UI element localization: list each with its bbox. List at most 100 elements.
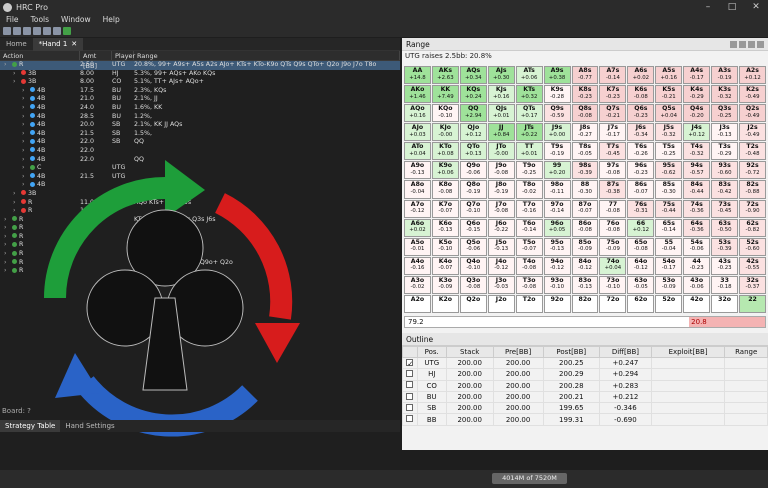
hand-cell[interactable]: T8o -0.02 bbox=[515, 180, 543, 199]
hand-cell[interactable]: TT +0.01 bbox=[515, 142, 543, 161]
hand-cell[interactable]: K2o bbox=[431, 294, 459, 313]
run-icon[interactable] bbox=[63, 27, 71, 35]
strategy-row[interactable]: › 4B 28.5 BU 1.2%, bbox=[0, 113, 400, 122]
hand-cell[interactable]: K3s -0.32 bbox=[711, 85, 739, 104]
hand-cell[interactable]: 63o -0.05 bbox=[627, 275, 655, 294]
hand-cell[interactable]: 95s -0.62 bbox=[655, 161, 683, 180]
strategy-row[interactable]: › 3B Qo+ KQs 54s bbox=[0, 190, 400, 199]
hand-cell[interactable]: 93o -0.10 bbox=[543, 275, 571, 294]
strategy-row[interactable]: › 4B bbox=[0, 181, 400, 190]
hand-cell[interactable]: 54o -0.17 bbox=[655, 256, 683, 275]
expand-arrow-icon[interactable]: › bbox=[13, 199, 19, 208]
expand-arrow-icon[interactable]: › bbox=[22, 95, 28, 104]
strategy-row[interactable]: › R K6s K4s-K2s K4s bbox=[0, 241, 400, 250]
expand-arrow-icon[interactable]: › bbox=[4, 216, 10, 225]
hand-cell[interactable]: T2s -0.48 bbox=[739, 142, 766, 161]
hand-cell[interactable]: QTs +0.17 bbox=[515, 104, 543, 123]
hand-cell[interactable]: A2s +0.12 bbox=[739, 66, 766, 85]
hand-cell[interactable]: A7s -0.14 bbox=[599, 66, 627, 85]
expand-arrow-icon[interactable]: › bbox=[4, 61, 10, 70]
outline-column[interactable]: Pos. bbox=[416, 346, 447, 358]
hand-cell[interactable]: K4s -0.29 bbox=[683, 85, 711, 104]
strategy-row[interactable]: › R bbox=[0, 267, 400, 276]
hand-cell[interactable]: AKs +2.63 bbox=[431, 66, 459, 85]
hand-cell[interactable]: J9s +0.00 bbox=[543, 123, 571, 142]
hand-cell[interactable]: 94o -0.12 bbox=[543, 256, 571, 275]
hand-cell[interactable]: J9o -0.08 bbox=[487, 161, 515, 180]
hand-cell[interactable]: JTs +0.22 bbox=[515, 123, 543, 142]
hand-cell[interactable]: KJs +0.16 bbox=[487, 85, 515, 104]
outline-row[interactable]: ✓ UTG 200.00 200.00 200.25 +0.247 bbox=[402, 356, 768, 370]
hand-cell[interactable]: 85s -0.30 bbox=[655, 180, 683, 199]
hand-cell[interactable]: 64o -0.12 bbox=[627, 256, 655, 275]
strategy-row[interactable]: › R KTo+ QJs Q9s Q5s Q3s J6s bbox=[0, 216, 400, 225]
hand-cell[interactable]: 32s -0.37 bbox=[739, 275, 766, 294]
expand-arrow-icon[interactable]: › bbox=[22, 164, 28, 173]
save-all-icon[interactable] bbox=[53, 27, 61, 35]
hand-cell[interactable]: KQs +0.24 bbox=[459, 85, 487, 104]
hand-cell[interactable]: 74o +0.04 bbox=[599, 256, 627, 275]
player-checkbox[interactable] bbox=[406, 369, 414, 377]
maximize-icon[interactable]: □ bbox=[720, 0, 744, 14]
hand-cell[interactable]: J2s -0.49 bbox=[739, 123, 766, 142]
hand-cell[interactable]: Q6s -0.23 bbox=[627, 104, 655, 123]
hand-cell[interactable]: 96o +0.05 bbox=[543, 218, 571, 237]
hand-cell[interactable]: 87s -0.38 bbox=[599, 180, 627, 199]
outline-column[interactable]: Diff[BB] bbox=[599, 346, 652, 358]
outline-column[interactable]: Pre[BB] bbox=[492, 346, 544, 358]
expand-arrow-icon[interactable]: › bbox=[22, 156, 28, 165]
expand-arrow-icon[interactable]: › bbox=[4, 233, 10, 242]
hand-cell[interactable]: 82s -0.88 bbox=[739, 180, 766, 199]
hand-cell[interactable]: 75o -0.09 bbox=[599, 237, 627, 256]
hand-cell[interactable]: A7o -0.12 bbox=[404, 199, 431, 218]
outline-column[interactable]: Range bbox=[724, 346, 768, 358]
hand-cell[interactable]: K7o -0.07 bbox=[431, 199, 459, 218]
hand-cell[interactable]: T7s -0.45 bbox=[599, 142, 627, 161]
tab-hand-settings[interactable]: Hand Settings bbox=[60, 420, 119, 432]
close-tab-icon[interactable]: ✕ bbox=[71, 40, 77, 48]
menu-help[interactable]: Help bbox=[97, 14, 126, 25]
search-icon[interactable] bbox=[33, 27, 41, 35]
grid-view-icon[interactable] bbox=[730, 40, 737, 48]
hand-cell[interactable]: 94s -0.57 bbox=[683, 161, 711, 180]
hand-cell[interactable]: AJs +0.30 bbox=[487, 66, 515, 85]
hand-cell[interactable]: J8s -0.27 bbox=[571, 123, 599, 142]
hand-cell[interactable]: Q3o -0.08 bbox=[459, 275, 487, 294]
expand-arrow-icon[interactable]: › bbox=[13, 190, 19, 199]
outline-row[interactable]: SB 200.00 200.00 199.65 -0.346 bbox=[402, 402, 768, 415]
hand-cell[interactable]: 52s -0.60 bbox=[739, 237, 766, 256]
hand-cell[interactable]: T3o -0.08 bbox=[515, 275, 543, 294]
hand-cell[interactable]: 77 -0.08 bbox=[599, 199, 627, 218]
home-icon[interactable] bbox=[3, 27, 11, 35]
strategy-row[interactable]: › 3B 8.00 HJ 5.3%, 99+ AQs+ AKo KQs bbox=[0, 70, 400, 79]
expand-arrow-icon[interactable]: › bbox=[4, 259, 10, 268]
strategy-row[interactable]: › 4B 24.0 BU 1.6%, KK bbox=[0, 104, 400, 113]
strategy-row[interactable]: › R A7o A5o A bbox=[0, 224, 400, 233]
hand-cell[interactable]: Q7s -0.21 bbox=[599, 104, 627, 123]
hand-cell[interactable]: 73s -0.45 bbox=[711, 199, 739, 218]
column-player[interactable]: Player bbox=[112, 51, 135, 60]
hand-cell[interactable]: 63s -0.50 bbox=[711, 218, 739, 237]
outline-row[interactable]: BB 200.00 200.00 199.31 -0.690 bbox=[402, 413, 768, 426]
hand-cell[interactable]: 83o -0.13 bbox=[571, 275, 599, 294]
save-icon[interactable] bbox=[43, 27, 51, 35]
hand-cell[interactable]: 54s -0.06 bbox=[683, 237, 711, 256]
hand-cell[interactable]: J7o -0.08 bbox=[487, 199, 515, 218]
outline-column[interactable] bbox=[402, 346, 418, 358]
hand-cell[interactable]: Q5s +0.04 bbox=[655, 104, 683, 123]
hand-cell[interactable]: T3s -0.29 bbox=[711, 142, 739, 161]
column-action[interactable]: Action bbox=[0, 51, 80, 60]
hand-cell[interactable]: KTs +0.32 bbox=[515, 85, 543, 104]
hand-cell[interactable]: 72s -0.90 bbox=[739, 199, 766, 218]
hand-cell[interactable]: 43s -0.23 bbox=[711, 256, 739, 275]
hand-cell[interactable]: 64s -0.36 bbox=[683, 218, 711, 237]
strategy-row[interactable]: › R K4s-K3s K8o+ Q8s+ Q9o+ Q2o bbox=[0, 259, 400, 268]
hand-cell[interactable]: T8s -0.05 bbox=[571, 142, 599, 161]
hand-cell[interactable]: J3s -0.13 bbox=[711, 123, 739, 142]
hand-cell[interactable]: T4o -0.08 bbox=[515, 256, 543, 275]
hand-cell[interactable]: Q9s -0.59 bbox=[543, 104, 571, 123]
outline-row[interactable]: BU 200.00 200.00 200.21 +0.212 bbox=[402, 390, 768, 404]
strategy-row[interactable]: › 4B 21.5 SB 1.5%, bbox=[0, 130, 400, 139]
open-folder-icon[interactable] bbox=[23, 27, 31, 35]
hand-cell[interactable]: 82o bbox=[571, 294, 599, 313]
